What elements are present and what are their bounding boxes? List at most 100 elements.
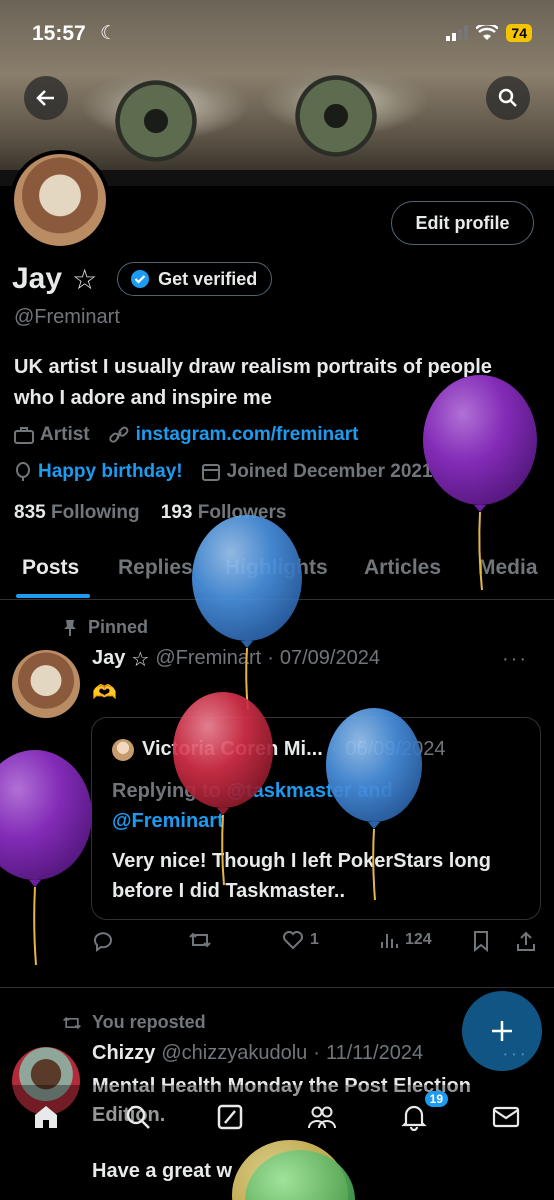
calendar-icon (201, 464, 220, 481)
profile-occupation: Artist (40, 424, 90, 445)
post2-header: Chizzy @chizzyakudolu · 11/11/2024 (92, 1042, 423, 1065)
replying-mention-2[interactable]: @Freminart (112, 810, 224, 832)
quoted-author-avatar (112, 738, 134, 761)
share-icon (517, 931, 535, 951)
bell-icon (401, 1105, 427, 1131)
nav-messages[interactable] (488, 1099, 524, 1135)
status-time: 15:57 (32, 22, 86, 45)
views-chart-icon (381, 934, 398, 948)
repost-icon (63, 1016, 81, 1029)
status-bar: 15:57 ☾ 74 (0, 22, 554, 48)
separator-dot: · (267, 647, 274, 669)
followers-link[interactable]: 193 Followers (161, 502, 287, 523)
status-right: 74 (446, 24, 532, 42)
profile-name: Jay (12, 262, 63, 295)
profile-handle: @Freminart (14, 306, 120, 328)
post-divider (0, 987, 554, 988)
pinned-post-header: Jay ☆ @Freminart · 07/09/2024 (92, 647, 380, 672)
signal-icon (446, 25, 469, 41)
replying-prefix: Replying to (112, 780, 221, 802)
moon-icon: ☾ (100, 23, 118, 44)
followers-label: Followers (197, 502, 287, 523)
search-button[interactable] (486, 76, 530, 120)
star-icon: ☆ (131, 649, 150, 671)
repost-icon (189, 932, 211, 948)
pinned-indicator: Pinned (62, 617, 148, 638)
profile-tabs: Posts Replies Highlights Articles Media (0, 550, 554, 600)
profile-meta-row-1: Artist instagram.com/freminart (14, 424, 358, 446)
post2-text-continued: Have a great w (92, 1160, 233, 1182)
quoted-post[interactable]: Victoria Coren Mi... · 06/09/2024 Replyi… (91, 717, 541, 920)
bottom-nav: 19 (0, 1085, 554, 1155)
tab-active-indicator (16, 594, 90, 598)
nav-grok[interactable] (212, 1099, 248, 1135)
post-author-handle[interactable]: @Freminart (155, 647, 261, 672)
profile-avatar[interactable] (10, 150, 110, 250)
repost-button[interactable] (188, 930, 212, 950)
post-text: 🫶 (92, 682, 117, 704)
more-options-icon[interactable]: ··· (502, 648, 528, 671)
views-button[interactable]: 124 (379, 930, 432, 950)
post2-date[interactable]: 11/11/2024 (326, 1042, 423, 1065)
tab-replies[interactable]: Replies (118, 556, 193, 580)
follow-stats: 835 Following 193 Followers (14, 502, 286, 524)
nav-explore[interactable] (120, 1099, 156, 1135)
nav-communities[interactable] (304, 1099, 340, 1135)
balloon-icon (16, 462, 30, 481)
profile-name-row: Jay ☆ Get verified (12, 262, 273, 296)
verified-badge-icon (131, 270, 150, 288)
quoted-post-date: 06/09/2024 (345, 738, 446, 760)
tab-articles[interactable]: Articles (364, 556, 441, 580)
pinned-label: Pinned (88, 617, 149, 637)
following-count: 835 (14, 502, 46, 523)
reposted-label: You reposted (92, 1012, 206, 1032)
replying-mention-1[interactable]: @taskmaster and (226, 780, 392, 802)
grok-icon (217, 1104, 243, 1130)
link-icon (108, 426, 129, 443)
home-icon (35, 1106, 57, 1128)
get-verified-button[interactable]: Get verified (117, 262, 273, 296)
profile-website-link[interactable]: instagram.com/freminart (136, 424, 359, 446)
bookmark-button[interactable] (472, 930, 490, 952)
quoted-replying-to: Replying to @taskmaster and @Freminart (112, 776, 393, 836)
nav-home[interactable] (28, 1099, 64, 1135)
reposted-indicator: You reposted (62, 1012, 206, 1033)
following-link[interactable]: 835 Following (14, 502, 140, 523)
nav-notifications[interactable]: 19 (396, 1091, 448, 1135)
mail-icon (492, 1106, 520, 1128)
briefcase-icon (14, 427, 34, 444)
profile-joined: Joined December 2021 (226, 461, 433, 482)
like-count: 1 (310, 931, 319, 948)
reply-icon (94, 932, 112, 952)
like-button[interactable]: 1 (282, 930, 319, 950)
post2-author-name[interactable]: Chizzy (92, 1042, 155, 1065)
edit-profile-button[interactable]: Edit profile (391, 201, 534, 245)
notifications-badge: 19 (424, 1091, 448, 1107)
banner-eye-right (290, 70, 382, 162)
people-icon (308, 1106, 336, 1129)
tab-posts[interactable]: Posts (22, 556, 79, 580)
tab-highlights[interactable]: Highlights (225, 556, 328, 580)
share-button[interactable] (516, 930, 536, 952)
post-author-avatar[interactable] (12, 650, 80, 718)
heart-icon (283, 931, 303, 950)
reply-button[interactable] (92, 930, 114, 952)
quoted-post-text: Very nice! Though I left PokerStars long… (112, 850, 491, 902)
profile-meta-row-2: Happy birthday! Joined December 2021 (14, 461, 433, 483)
profile-bio: UK artist I usually draw realism portrai… (14, 356, 492, 409)
post-date[interactable]: 07/09/2024 (280, 647, 380, 672)
back-button[interactable] (24, 76, 68, 120)
post-actions: 1 124 (92, 930, 542, 960)
post-author-name[interactable]: Jay (92, 647, 125, 672)
wifi-icon (476, 25, 499, 40)
get-verified-label: Get verified (158, 268, 258, 289)
followers-count: 193 (160, 502, 193, 523)
compose-post-button[interactable] (462, 991, 542, 1071)
pin-icon (64, 619, 76, 636)
arrow-left-icon (36, 90, 54, 106)
separator-dot: · (313, 1042, 320, 1064)
tab-media[interactable]: Media (478, 556, 538, 580)
post2-author-handle[interactable]: @chizzyakudolu (161, 1042, 307, 1065)
profile-birthday[interactable]: Happy birthday! (38, 461, 183, 483)
plus-icon (492, 1021, 512, 1041)
